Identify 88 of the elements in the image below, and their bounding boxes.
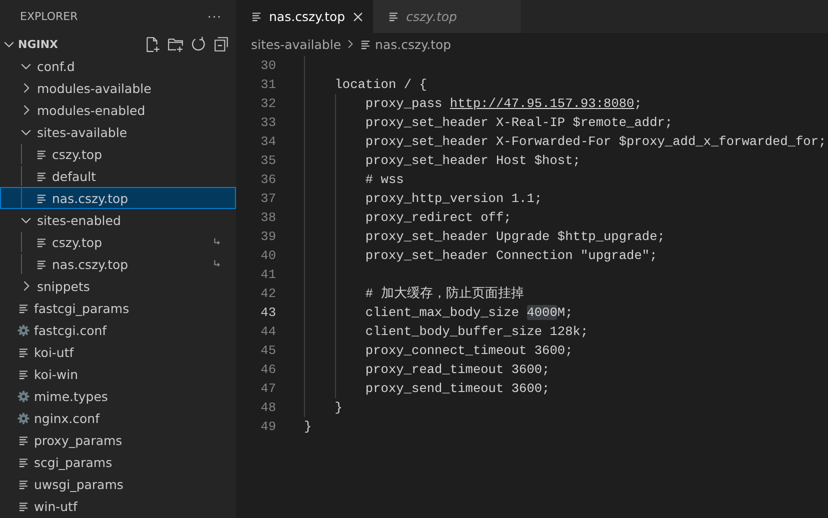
refresh-icon[interactable] (190, 36, 207, 52)
code-line: } (334, 400, 342, 415)
folder-item[interactable]: sites-enabled (0, 209, 236, 231)
file-item[interactable]: default (0, 165, 236, 187)
more-actions-button[interactable]: ··· (208, 10, 222, 24)
file-item[interactable]: mime.types (0, 385, 236, 407)
text-file-icon (17, 368, 30, 380)
line-number: 34 (260, 134, 276, 149)
code-line: proxy_send_timeout 3600; (364, 381, 550, 396)
line-number: 39 (260, 229, 276, 244)
file-item[interactable]: nas.cszy.top (0, 253, 236, 275)
file-item[interactable]: fastcgi.conf (0, 319, 236, 341)
text-file-icon (359, 38, 372, 50)
gear-icon (17, 324, 30, 336)
file-item[interactable]: koi-win (0, 363, 236, 385)
file-item[interactable]: koi-utf (0, 341, 236, 363)
folder-item[interactable]: sites-available (0, 121, 236, 143)
gear-icon (17, 390, 30, 402)
code-line: client_max_body_size 4000M; (364, 305, 573, 320)
line-number: 49 (260, 419, 276, 434)
code-line: proxy_read_timeout 3600; (364, 362, 550, 377)
line-number: 38 (260, 210, 276, 225)
code-line: client_body_buffer_size 128k; (364, 324, 588, 339)
line-number: 35 (260, 153, 276, 168)
line-number: 37 (260, 191, 276, 206)
line-number: 40 (260, 248, 276, 263)
text-file-icon (17, 478, 30, 490)
line-number: 44 (260, 324, 276, 339)
text-file-icon (35, 192, 48, 204)
breadcrumb-item[interactable]: nas.cszy.top (375, 36, 452, 52)
folder-item[interactable]: modules-enabled (0, 99, 236, 121)
line-number: 36 (260, 172, 276, 187)
text-file-icon (35, 148, 48, 160)
text-file-icon (17, 434, 30, 446)
line-number: 31 (260, 77, 276, 92)
editor-tab[interactable]: nas.cszy.top (236, 0, 374, 33)
line-number: 46 (260, 362, 276, 377)
line-number: 48 (260, 400, 276, 415)
code-line: # 加大缓存，防止页面挂掉 (364, 285, 524, 302)
line-number: 41 (260, 267, 276, 282)
folder-item[interactable]: modules-available (0, 77, 236, 99)
text-file-icon (250, 10, 263, 23)
folder-item[interactable]: snippets (0, 275, 236, 297)
gear-icon (17, 412, 30, 424)
text-file-icon (387, 10, 400, 23)
code-line: # wss (364, 172, 404, 187)
code-line: proxy_pass http://47.95.157.93:8080; (364, 96, 642, 111)
text-file-icon (17, 456, 30, 468)
file-item[interactable]: win-utf (0, 495, 236, 517)
collapse-all-icon[interactable] (213, 36, 230, 52)
file-item[interactable]: fastcgi_params (0, 297, 236, 319)
line-number: 32 (260, 96, 276, 111)
file-item[interactable]: cszy.top (0, 143, 236, 165)
file-item[interactable]: nas.cszy.top (0, 187, 236, 209)
editor-tab[interactable]: cszy.top (373, 0, 521, 33)
text-file-icon (35, 170, 48, 182)
file-item[interactable]: nginx.conf (0, 407, 236, 429)
text-file-icon (35, 236, 48, 248)
line-number: 43 (260, 305, 276, 320)
breadcrumb-item[interactable]: sites-available (251, 36, 342, 52)
file-item[interactable]: uwsgi_params (0, 473, 236, 495)
text-file-icon (35, 258, 48, 270)
new-folder-icon[interactable] (167, 36, 184, 52)
new-file-icon[interactable] (144, 36, 161, 52)
code-line: location / { (334, 77, 427, 92)
file-item[interactable]: scgi_params (0, 451, 236, 473)
code-line: proxy_http_version 1.1; (364, 191, 542, 206)
code-line: proxy_connect_timeout 3600; (364, 343, 573, 358)
folder-item[interactable]: conf.d (0, 55, 236, 77)
code-line: proxy_set_header Host $host; (364, 153, 580, 168)
line-number: 33 (260, 115, 276, 130)
code-line: proxy_set_header X-Forwarded-For $proxy_add_x_forwarded_for; (364, 134, 826, 149)
file-item[interactable]: proxy_params (0, 429, 236, 451)
code-line: } (304, 419, 312, 434)
text-file-icon (17, 346, 30, 358)
code-line: proxy_redirect off; (364, 210, 512, 225)
code-line: proxy_set_header X-Real-IP $remote_addr; (364, 115, 673, 130)
text-file-icon (17, 500, 30, 512)
code-line: proxy_set_header Upgrade $http_upgrade; (364, 229, 665, 244)
text-file-icon (17, 302, 30, 314)
folder-header[interactable]: NGINX (0, 37, 58, 51)
line-number: 45 (260, 343, 276, 358)
line-number: 42 (260, 286, 276, 301)
line-number: 30 (260, 58, 276, 73)
file-item[interactable]: cszy.top (0, 231, 236, 253)
explorer-title: EXPLORER (20, 10, 78, 23)
code-line: proxy_set_header Connection "upgrade"; (364, 248, 658, 263)
line-number: 47 (260, 381, 276, 396)
